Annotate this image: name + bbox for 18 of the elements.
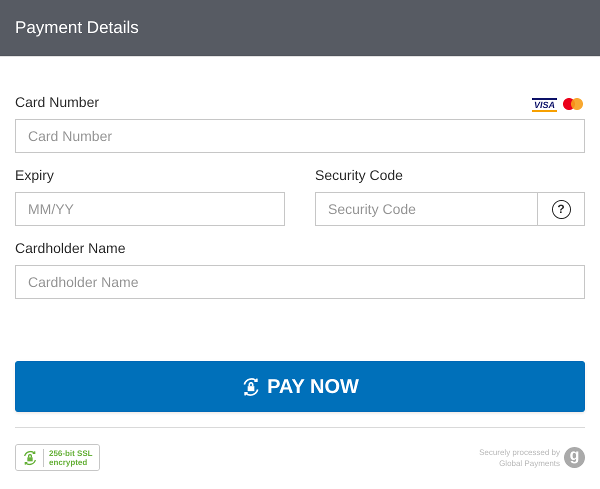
lock-refresh-icon: [22, 450, 38, 466]
field-label: Card Number: [15, 93, 100, 112]
field-label: Security Code: [315, 166, 404, 185]
expiry-field[interactable]: MM/YY: [15, 192, 285, 226]
field-label: Cardholder Name: [15, 239, 126, 258]
processor-logo: g: [564, 447, 585, 468]
lock-refresh-icon: [241, 376, 262, 396]
card-number-field[interactable]: Card Number: [15, 119, 585, 153]
mastercard-logo: [561, 97, 585, 113]
pay-now-button[interactable]: PAY NOW: [15, 361, 585, 412]
page-title: Payment Details: [15, 17, 139, 40]
ssl-text: 256-bit SSL encrypted: [49, 448, 93, 466]
visa-logo: VISA: [532, 98, 557, 112]
cardholder-name-field[interactable]: Cardholder Name: [15, 265, 585, 299]
security-code-field[interactable]: Security Code: [315, 192, 538, 226]
help-button[interactable]: ?: [538, 192, 585, 226]
field-label: Expiry: [15, 166, 55, 185]
processor-text: Securely processed by Global Payments: [479, 446, 560, 468]
